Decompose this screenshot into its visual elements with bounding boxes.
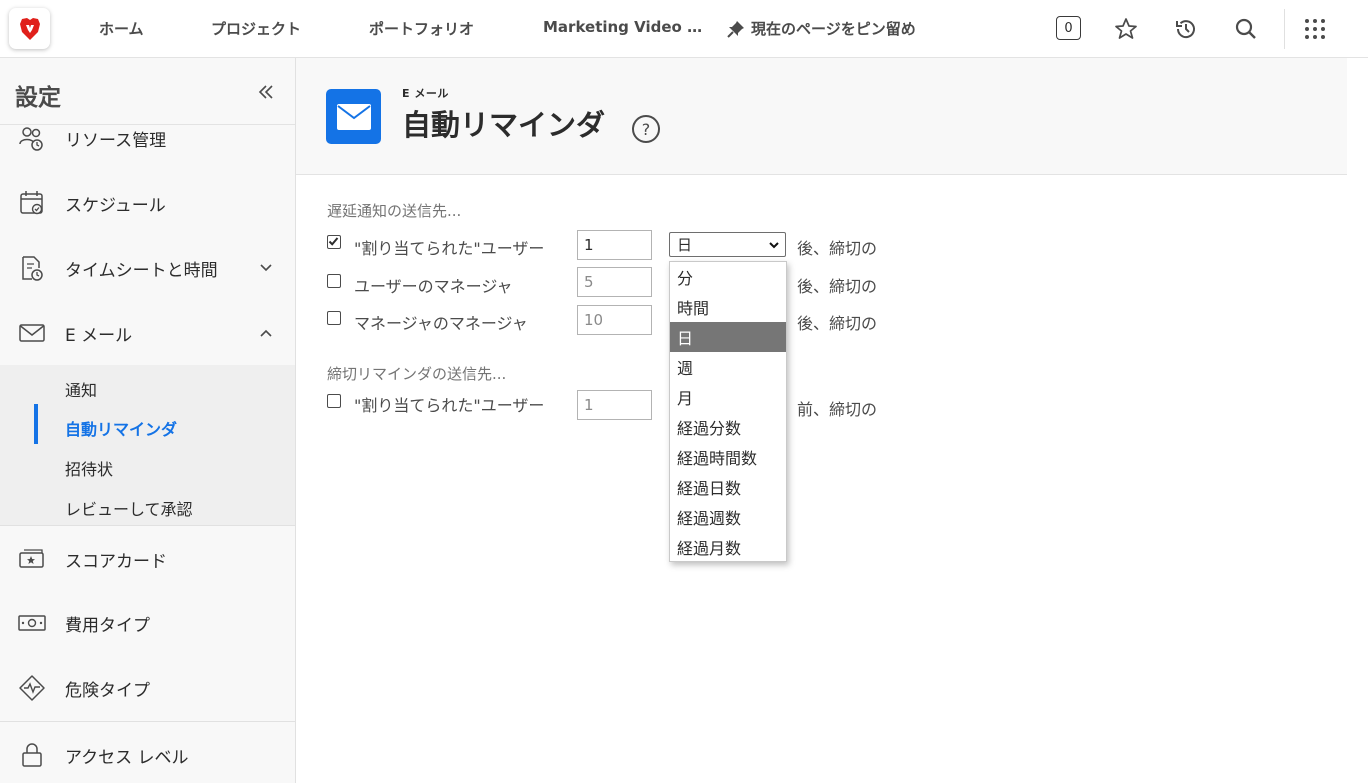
help-icon[interactable]: ?: [632, 115, 660, 143]
search-button[interactable]: [1233, 16, 1259, 42]
sidebar-item-schedule[interactable]: スケジュール: [0, 183, 295, 223]
time-unit-option[interactable]: 分: [670, 262, 786, 292]
pin-icon: [727, 20, 744, 38]
chevron-up-icon: [260, 329, 272, 337]
sidebar-item-label: アクセス レベル: [65, 747, 189, 768]
email-section-tile: [326, 89, 381, 144]
sidebar-item-expense-types[interactable]: 費用タイプ: [0, 603, 295, 643]
sidebar-subitem-invitations[interactable]: 招待状: [65, 456, 113, 480]
nav-portfolios[interactable]: ポートフォリオ: [369, 18, 474, 39]
time-unit-selected-value: 日: [677, 236, 693, 254]
sidebar-item-timesheets[interactable]: タイムシートと時間: [0, 248, 295, 288]
manager-manager-overdue-amount-input[interactable]: 10: [577, 305, 652, 335]
nav-recent-project[interactable]: Marketing Video …: [543, 18, 702, 36]
sidebar-item-risk-types[interactable]: 危険タイプ: [0, 668, 295, 708]
mail-icon: [18, 319, 46, 347]
sidebar-item-access-levels[interactable]: アクセス レベル: [0, 735, 295, 775]
brand-logo-icon: [19, 17, 40, 40]
lock-icon: [18, 741, 46, 769]
assigned-user-reminder-amount-input[interactable]: 1: [577, 390, 652, 420]
pin-page-label: 現在のページをピン留め: [751, 20, 916, 38]
user-manager-overdue-amount-input[interactable]: 5: [577, 267, 652, 297]
grid-icon: [1305, 19, 1325, 39]
assigned-user-overdue-suffix: 後、締切の: [797, 239, 878, 258]
resource-icon: [18, 124, 46, 152]
collapse-sidebar-button[interactable]: [256, 82, 276, 102]
history-icon: [1176, 20, 1195, 39]
timesheet-icon: [18, 254, 46, 282]
nav-projects[interactable]: プロジェクト: [211, 18, 301, 39]
active-indicator: [34, 404, 38, 444]
time-unit-option[interactable]: 週: [670, 352, 786, 382]
user-manager-overdue-checkbox[interactable]: [327, 274, 341, 288]
risk-icon: [18, 674, 46, 702]
settings-sidebar: 設定 リソース管理 スケジュール タイムシートと時間 E メール 通知 自動リマ…: [0, 58, 296, 783]
star-icon: [1115, 18, 1137, 39]
sidebar-item-resource-management[interactable]: リソース管理: [0, 118, 295, 158]
pin-page-button[interactable]: 現在のページをピン留め: [727, 18, 916, 39]
sidebar-item-label: 危険タイプ: [65, 680, 150, 701]
sidebar-item-label: スコアカード: [65, 551, 167, 572]
sidebar-item-label: 費用タイプ: [65, 615, 150, 636]
time-unit-option[interactable]: 経過時間数: [670, 442, 786, 472]
sidebar-title: 設定: [15, 85, 61, 111]
money-icon: [18, 609, 46, 637]
time-unit-option[interactable]: 時間: [670, 292, 786, 322]
sidebar-item-label: E メール: [65, 325, 133, 346]
sidebar-item-label: リソース管理: [65, 130, 167, 151]
favorites-button[interactable]: [1113, 16, 1139, 42]
sidebar-subitem-review-approve[interactable]: レビューして承認: [65, 496, 193, 520]
top-navigation-bar: ホーム プロジェクト ポートフォリオ Marketing Video … 現在の…: [0, 0, 1368, 58]
assigned-user-reminder-label: "割り当てられた"ユーザー: [354, 396, 545, 415]
recent-history-button[interactable]: [1173, 16, 1199, 42]
overdue-section-label: 遅延通知の送信先...: [327, 202, 462, 220]
assigned-user-reminder-suffix: 前、締切の: [797, 400, 878, 419]
time-unit-option[interactable]: 経過日数: [670, 472, 786, 502]
sidebar-divider: [0, 525, 295, 526]
app-menu-button[interactable]: [1302, 16, 1328, 42]
notification-count-badge[interactable]: 0: [1056, 16, 1081, 40]
manager-manager-overdue-suffix: 後、締切の: [797, 314, 878, 333]
sidebar-subitem-notifications[interactable]: 通知: [65, 377, 97, 401]
chevron-down-icon: [769, 242, 779, 249]
time-unit-option[interactable]: 月: [670, 382, 786, 412]
sidebar-item-label: スケジュール: [65, 195, 166, 216]
sidebar-item-label: タイムシートと時間: [65, 260, 218, 281]
sidebar-item-scorecards[interactable]: スコアカード: [0, 539, 295, 579]
assigned-user-overdue-checkbox[interactable]: [327, 235, 341, 249]
page-title: 自動リマインダ: [402, 108, 606, 142]
page-subtitle: E メール: [402, 87, 449, 100]
checkmark-icon: [328, 237, 339, 246]
time-unit-option[interactable]: 経過週数: [670, 502, 786, 532]
user-manager-overdue-label: ユーザーのマネージャ: [354, 277, 513, 296]
sidebar-item-email[interactable]: E メール: [0, 313, 295, 353]
chevron-down-icon: [260, 264, 272, 272]
manager-manager-overdue-checkbox[interactable]: [327, 311, 341, 325]
app-logo[interactable]: [9, 8, 50, 49]
topbar-divider: [1284, 9, 1285, 49]
user-manager-overdue-suffix: 後、締切の: [797, 277, 878, 296]
nav-home[interactable]: ホーム: [99, 18, 144, 39]
time-unit-dropdown-list: 分 時間 日 週 月 経過分数 経過時間数 経過日数 経過週数 経過月数: [669, 261, 787, 562]
assigned-user-overdue-amount-input[interactable]: 1: [577, 230, 652, 260]
sidebar-subitem-auto-reminders[interactable]: 自動リマインダ: [65, 416, 177, 440]
envelope-icon: [336, 103, 371, 130]
sidebar-divider: [0, 721, 295, 722]
time-unit-select[interactable]: 日: [669, 232, 786, 257]
double-chevron-left-icon: [258, 85, 273, 99]
search-icon: [1235, 18, 1256, 39]
time-unit-option[interactable]: 経過月数: [670, 532, 786, 562]
manager-manager-overdue-label: マネージャのマネージャ: [354, 314, 528, 333]
calendar-icon: [18, 189, 46, 217]
time-unit-option-selected[interactable]: 日: [670, 322, 786, 352]
time-unit-option[interactable]: 経過分数: [670, 412, 786, 442]
page-header: E メール 自動リマインダ ?: [296, 58, 1347, 175]
reminder-section-label: 締切リマインダの送信先...: [327, 365, 507, 383]
assigned-user-reminder-checkbox[interactable]: [327, 394, 341, 408]
assigned-user-overdue-label: "割り当てられた"ユーザー: [354, 239, 545, 258]
scorecard-icon: [18, 545, 46, 573]
